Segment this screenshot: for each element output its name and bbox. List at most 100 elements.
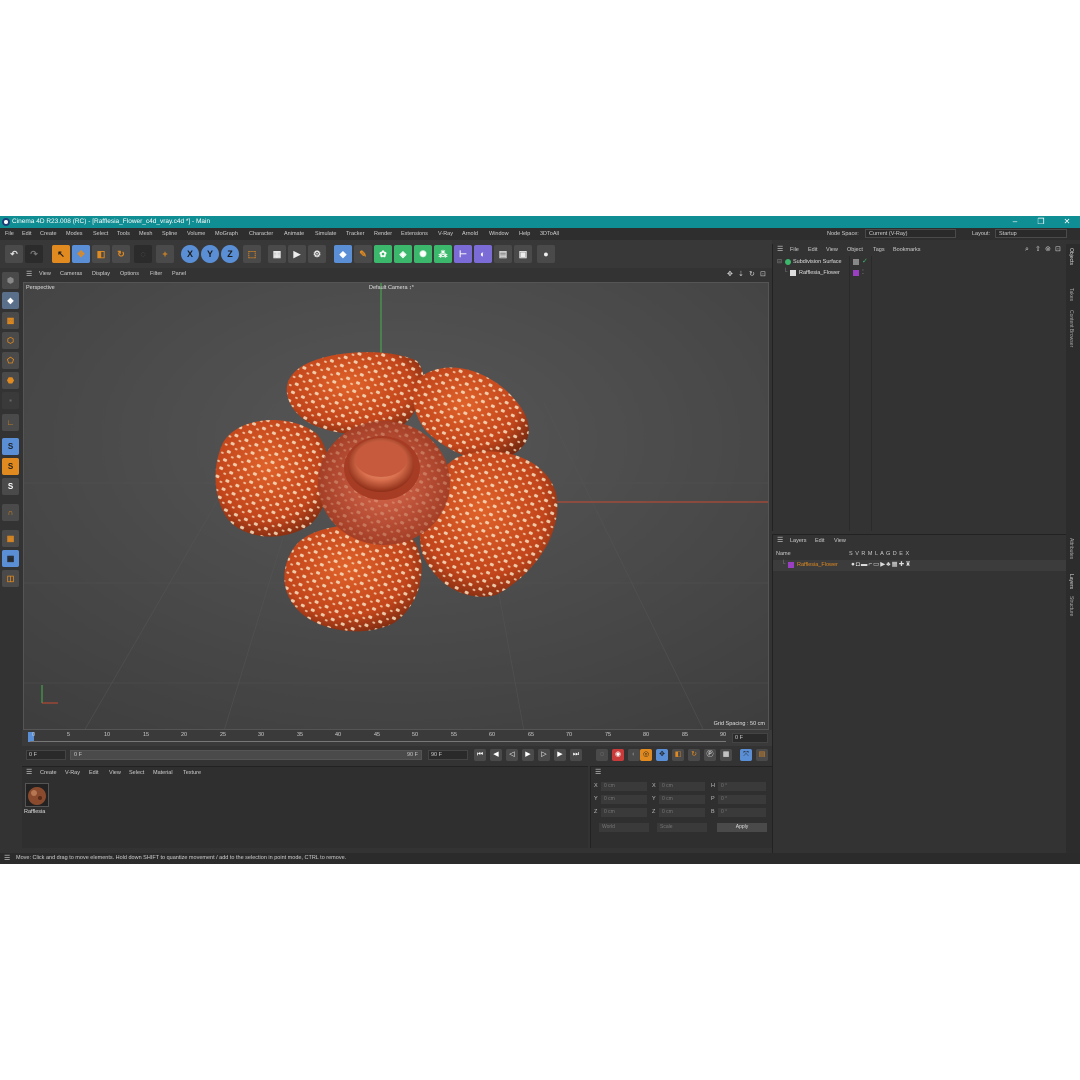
viewport-menu-cameras[interactable]: Cameras: [60, 268, 82, 281]
end-frame-field[interactable]: 90 F: [428, 750, 468, 760]
key-parameter-button[interactable]: Ⓟ: [704, 749, 716, 761]
rot-b-field[interactable]: 0 °: [718, 808, 766, 817]
viewport-menu-view[interactable]: View: [39, 268, 51, 281]
deformer-button[interactable]: ✺: [414, 245, 432, 263]
previous-key-button[interactable]: ◀: [490, 749, 502, 761]
menu-tools[interactable]: Tools: [117, 228, 130, 240]
object-row-subdivision-surface[interactable]: ⊟ Subdivision Surface ✓: [773, 258, 1067, 268]
size-z-field[interactable]: 0 cm: [659, 808, 705, 817]
material-menu-edit[interactable]: Edit: [89, 767, 98, 779]
material-menu-select[interactable]: Select: [129, 767, 144, 779]
rot-p-field[interactable]: 0 °: [718, 795, 766, 804]
viewport-rotate-icon[interactable]: ↻: [749, 268, 755, 281]
cube-object-button[interactable]: ◆: [334, 245, 352, 263]
tab-content-browser[interactable]: Content Browser: [1068, 310, 1074, 347]
snap-button[interactable]: S: [2, 438, 19, 455]
viewport[interactable]: Perspective Default Camera ↕* Grid Spaci…: [23, 282, 769, 730]
status-hamburger-icon[interactable]: ☰: [4, 853, 10, 864]
next-frame-button[interactable]: ▷: [538, 749, 550, 761]
size-x-field[interactable]: 0 cm: [659, 782, 705, 791]
menu-create[interactable]: Create: [40, 228, 57, 240]
menu-edit[interactable]: Edit: [22, 228, 31, 240]
menu-volume[interactable]: Volume: [187, 228, 205, 240]
minimize-button[interactable]: –: [1002, 216, 1028, 228]
object-menu-tags[interactable]: Tags: [873, 244, 885, 256]
model-mode-button[interactable]: ◆: [2, 292, 19, 309]
menu-extensions[interactable]: Extensions: [401, 228, 428, 240]
locked-workplane-button[interactable]: ▦: [2, 550, 19, 567]
mograph-cloner-button[interactable]: ◈: [394, 245, 412, 263]
undo-button[interactable]: ↶: [5, 245, 23, 263]
grid-floor-button[interactable]: ▤: [494, 245, 512, 263]
coordinates-hamburger-icon[interactable]: ☰: [595, 768, 601, 776]
key-scale-button[interactable]: ◧: [672, 749, 684, 761]
coordinate-system-button[interactable]: ⬚: [243, 245, 261, 263]
key-rotation-button[interactable]: ↻: [688, 749, 700, 761]
material-menu-vray[interactable]: V-Ray: [65, 767, 80, 779]
record-keys-button[interactable]: ◌: [596, 749, 608, 761]
go-to-end-button[interactable]: ⏭: [570, 749, 582, 761]
rot-h-field[interactable]: 0 °: [718, 782, 766, 791]
menu-help[interactable]: Help: [519, 228, 530, 240]
last-tool-button[interactable]: ◌: [134, 245, 152, 263]
viewport-menu-panel[interactable]: Panel: [172, 268, 186, 281]
menu-arnold[interactable]: Arnold: [462, 228, 478, 240]
subdivision-surface-button[interactable]: ✿: [374, 245, 392, 263]
viewport-menu-options[interactable]: Options: [120, 268, 139, 281]
timeline-ruler[interactable]: 0 5 10 15 20 25 30 35 40 45 50 55 60 65 …: [22, 730, 772, 746]
scale-tool-button[interactable]: ◧: [92, 245, 110, 263]
pos-y-field[interactable]: 0 cm: [601, 795, 647, 804]
layer-menu-edit[interactable]: Edit: [815, 535, 824, 547]
material-menu-material[interactable]: Material: [153, 767, 173, 779]
tab-structure[interactable]: Structure: [1068, 596, 1074, 616]
camera-button[interactable]: ▣: [514, 245, 532, 263]
layer-menu-view[interactable]: View: [834, 535, 846, 547]
enabled-check-icon[interactable]: ✓: [862, 257, 868, 265]
render-settings-button[interactable]: ⚙: [308, 245, 326, 263]
layer-name[interactable]: Rafflesia_Flower: [797, 562, 838, 568]
layer-toggle-icons[interactable]: ●◘▬⌐▭▶♣▦✚♜: [851, 560, 912, 568]
object-filter-icon[interactable]: ⊚: [1045, 244, 1051, 256]
edges-mode-button[interactable]: ⬠: [2, 352, 19, 369]
menu-file[interactable]: File: [5, 228, 14, 240]
object-new-window-icon[interactable]: ⊡: [1055, 244, 1061, 256]
coordinate-mode-dropdown[interactable]: World: [599, 823, 649, 832]
object-name[interactable]: Subdivision Surface: [793, 259, 842, 265]
viewport-pan-icon[interactable]: ✥: [727, 268, 733, 281]
menu-window[interactable]: Window: [489, 228, 509, 240]
menu-mesh[interactable]: Mesh: [139, 228, 152, 240]
make-editable-button[interactable]: ⬢: [2, 272, 19, 289]
tweak-mode-button[interactable]: ∩: [2, 504, 19, 521]
menu-modes[interactable]: Modes: [66, 228, 83, 240]
menu-simulate[interactable]: Simulate: [315, 228, 336, 240]
layer-color-swatch[interactable]: [788, 562, 794, 568]
next-key-button[interactable]: ▶: [554, 749, 566, 761]
go-to-start-button[interactable]: ⏮: [474, 749, 486, 761]
workplane-snap-button[interactable]: S: [2, 478, 19, 495]
material-menu-view[interactable]: View: [109, 767, 121, 779]
viewport-camera-label[interactable]: Default Camera ↕*: [369, 285, 414, 291]
keyframe-selection-button[interactable]: ◐: [628, 749, 640, 761]
autokey-button[interactable]: ◉: [612, 749, 624, 761]
menu-select[interactable]: Select: [93, 228, 108, 240]
timeline-window-button[interactable]: ▤: [756, 749, 768, 761]
viewport-menu-display[interactable]: Display: [92, 268, 110, 281]
menu-animate[interactable]: Animate: [284, 228, 304, 240]
start-frame-field[interactable]: 0 F: [26, 750, 66, 760]
material-name[interactable]: Rafflesia: [24, 809, 45, 815]
axis-mode-button[interactable]: ∟: [2, 414, 19, 431]
scene-floor-button[interactable]: ⊢: [454, 245, 472, 263]
environment-button[interactable]: ◐: [474, 245, 492, 263]
object-name[interactable]: Rafflesia_Flower: [799, 270, 840, 276]
x-axis-button[interactable]: X: [181, 245, 199, 263]
previous-frame-button[interactable]: ◁: [506, 749, 518, 761]
planar-workplane-button[interactable]: ◫: [2, 570, 19, 587]
viewport-maximize-icon[interactable]: ⊡: [760, 268, 766, 281]
workplane-button[interactable]: ▦: [2, 530, 19, 547]
render-view-button[interactable]: ▦: [268, 245, 286, 263]
object-row-rafflesia-flower[interactable]: └ Rafflesia_Flower ⁚: [773, 269, 1067, 279]
preview-range-slider[interactable]: 0 F 90 F: [70, 750, 422, 760]
tab-objects[interactable]: Objects: [1068, 248, 1074, 265]
object-menu-file[interactable]: File: [790, 244, 799, 256]
object-hamburger-icon[interactable]: ☰: [777, 244, 783, 256]
